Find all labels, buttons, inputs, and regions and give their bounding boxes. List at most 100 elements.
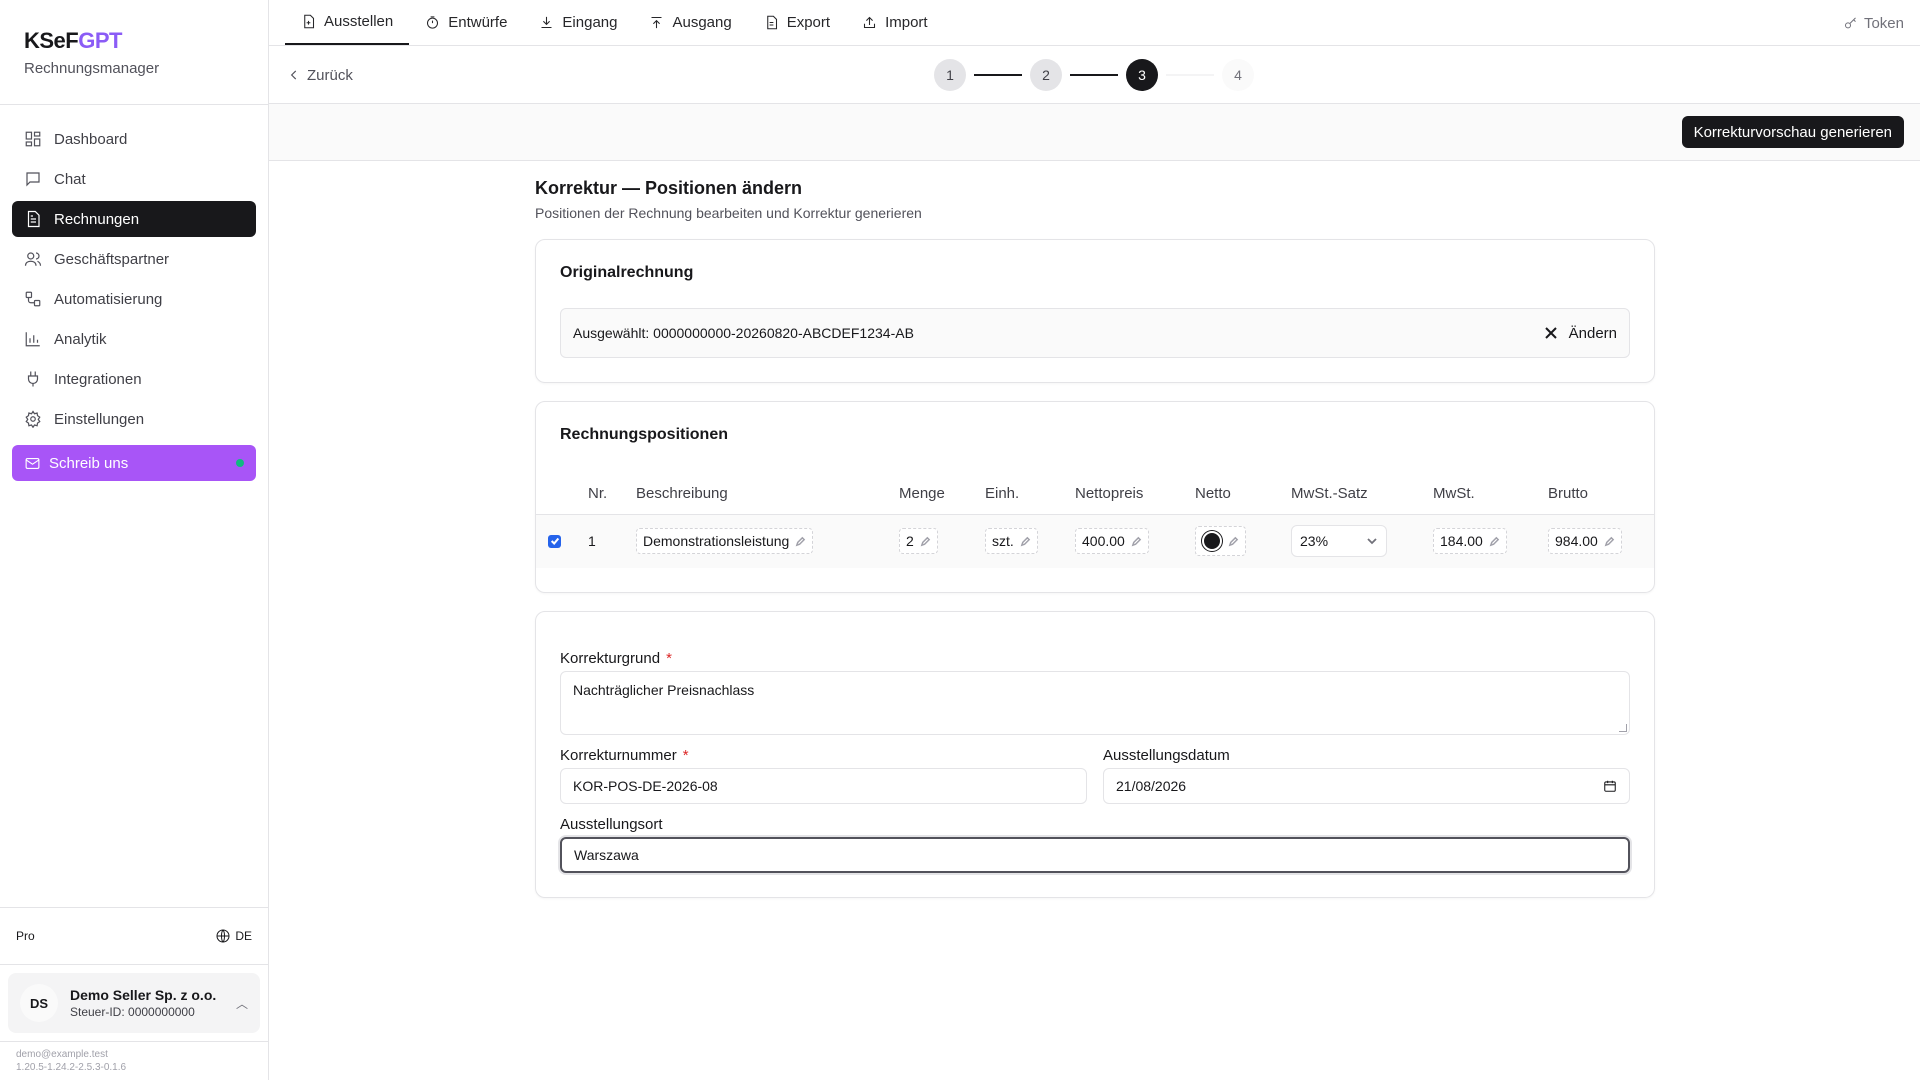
step-4[interactable]: 4 bbox=[1222, 59, 1254, 91]
chevron-left-icon bbox=[290, 70, 297, 80]
sidebar-item-label: Automatisierung bbox=[54, 290, 163, 308]
pencil-icon bbox=[1489, 536, 1500, 547]
sidebar-item-integrationen[interactable]: Integrationen bbox=[12, 361, 256, 397]
meta-info: demo@example.test 1.20.5-1.24.2-2.5.3-0.… bbox=[0, 1041, 268, 1080]
pencil-icon bbox=[920, 536, 931, 547]
vat-rate-select[interactable]: 23% bbox=[1291, 525, 1387, 558]
issue-place-input[interactable]: Warszawa bbox=[560, 837, 1630, 873]
number-date-row: Korrekturnummer * KOR-POS-DE-2026-08 Auss… bbox=[560, 747, 1630, 804]
language-label: DE bbox=[235, 929, 252, 943]
app-version: 1.20.5-1.24.2-2.5.3-0.1.6 bbox=[16, 1062, 127, 1073]
plan-badge: Pro bbox=[16, 929, 35, 943]
language-switcher[interactable]: DE bbox=[215, 928, 252, 944]
file-text-icon bbox=[766, 15, 777, 30]
col-select bbox=[536, 474, 588, 515]
gross-editable[interactable]: 984.00 bbox=[1548, 528, 1622, 555]
table-row: 1 Demonstrationsleistung 2 szt. 400.00 2… bbox=[536, 514, 1654, 568]
description-cell: Demonstrationsleistung bbox=[636, 514, 899, 568]
sidebar-item-analytik[interactable]: Analytik bbox=[12, 321, 256, 357]
sidebar-item-label: Integrationen bbox=[54, 370, 142, 388]
reason-textarea[interactable]: Nachträglicher Preisnachlass bbox=[560, 671, 1630, 735]
positions-table: Nr. Beschreibung Menge Einh. Nettopreis … bbox=[536, 474, 1654, 568]
draft-icon bbox=[427, 16, 439, 29]
description-editable[interactable]: Demonstrationsleistung bbox=[636, 528, 814, 555]
card-title: Rechnungspositionen bbox=[560, 426, 728, 443]
dashboard-icon bbox=[25, 131, 41, 147]
token-label: Token bbox=[1863, 14, 1904, 32]
change-invoice-button[interactable]: Ändern bbox=[1544, 325, 1617, 342]
row-checkbox[interactable] bbox=[548, 534, 561, 548]
row-nr: 1 bbox=[588, 514, 636, 568]
qty-editable[interactable]: 2 bbox=[899, 528, 938, 555]
pencil-icon bbox=[1020, 536, 1030, 547]
tab-import[interactable]: Import bbox=[846, 0, 944, 45]
date-label: Ausstellungsdatum bbox=[1103, 747, 1230, 764]
correction-number-value: KOR-POS-DE-2026-08 bbox=[573, 778, 718, 794]
col-nr: Nr. bbox=[588, 474, 636, 515]
unit-editable[interactable]: szt. bbox=[985, 528, 1038, 555]
sidebar-item-label: Analytik bbox=[54, 330, 107, 348]
issue-date-input[interactable]: 21/08/2026 bbox=[1103, 768, 1630, 804]
place-label: Ausstellungsort bbox=[560, 816, 663, 833]
sidebar-item-einstellungen[interactable]: Einstellungen bbox=[12, 401, 256, 437]
net-editable[interactable] bbox=[1195, 526, 1246, 557]
sidebar-item-rechnungen[interactable]: Rechnungen bbox=[12, 201, 256, 237]
tab-export[interactable]: Export bbox=[748, 0, 846, 45]
col-qty: Menge bbox=[899, 474, 985, 515]
resize-handle[interactable] bbox=[1619, 724, 1627, 732]
sidebar-item-label: Geschäftspartner bbox=[54, 250, 170, 268]
contact-us-button[interactable]: Schreib uns bbox=[12, 445, 256, 481]
chart-icon bbox=[25, 332, 40, 347]
vat-value: 184.00 bbox=[1440, 533, 1483, 550]
gross-cell: 984.00 bbox=[1548, 514, 1654, 568]
sidebar-item-geschaeftspartner[interactable]: Geschäftspartner bbox=[12, 241, 256, 277]
col-vat-rate: MwSt.-Satz bbox=[1291, 474, 1433, 515]
step-2[interactable]: 2 bbox=[1030, 59, 1062, 91]
unit-price-editable[interactable]: 400.00 bbox=[1075, 528, 1149, 555]
vat-rate-value: 23% bbox=[1300, 533, 1329, 550]
step-1[interactable]: 1 bbox=[934, 59, 966, 91]
contact-us-content: Schreib uns bbox=[24, 455, 128, 472]
qty-cell: 2 bbox=[899, 514, 985, 568]
number-label-text: Korrekturnummer bbox=[560, 747, 677, 764]
back-label: Zurück bbox=[307, 66, 353, 84]
key-icon bbox=[1844, 17, 1856, 28]
tab-label: Export bbox=[786, 14, 831, 31]
gear-icon bbox=[25, 410, 41, 428]
step-connector bbox=[974, 74, 1022, 76]
sidebar-item-dashboard[interactable]: Dashboard bbox=[12, 121, 256, 157]
invoice-icon bbox=[27, 210, 40, 228]
tab-ausstellen[interactable]: Ausstellen bbox=[285, 0, 410, 45]
brand-logo[interactable]: KSeFGPT bbox=[24, 28, 244, 54]
tab-label: Import bbox=[885, 14, 928, 31]
col-gross: Brutto bbox=[1548, 474, 1654, 515]
sidebar-item-label: Rechnungen bbox=[54, 210, 140, 228]
gross-value: 984.00 bbox=[1555, 533, 1598, 550]
generate-preview-button[interactable]: Korrekturvorschau generieren bbox=[1681, 116, 1904, 148]
account-switcher[interactable]: DS Demo Seller Sp. z o.o. Steuer-ID: 000… bbox=[8, 973, 260, 1033]
tab-eingang[interactable]: Eingang bbox=[523, 0, 633, 45]
sidebar-item-chat[interactable]: Chat bbox=[12, 161, 256, 197]
account-name: Demo Seller Sp. z o.o. bbox=[70, 987, 217, 1003]
vat-editable[interactable]: 184.00 bbox=[1433, 528, 1507, 555]
selected-invoice: Ausgewählt: 0000000000-20260820-ABCDEF12… bbox=[560, 308, 1630, 358]
correction-number-input[interactable]: KOR-POS-DE-2026-08 bbox=[560, 768, 1087, 804]
import-icon bbox=[864, 16, 876, 29]
token-button[interactable]: Token bbox=[1843, 0, 1904, 46]
tab-entwuerfe[interactable]: Entwürfe bbox=[409, 0, 523, 45]
action-bar: Korrekturvorschau generieren bbox=[269, 104, 1920, 161]
tab-ausgang[interactable]: Ausgang bbox=[633, 0, 747, 45]
tab-label: Eingang bbox=[562, 14, 618, 31]
calendar-icon[interactable] bbox=[1603, 779, 1617, 793]
net-toggle-dot[interactable] bbox=[1202, 531, 1222, 552]
check-icon bbox=[550, 538, 559, 546]
online-status-dot bbox=[236, 459, 244, 467]
pencil-icon bbox=[1131, 536, 1142, 547]
page-subtitle: Positionen der Rechnung bearbeiten und K… bbox=[535, 205, 922, 221]
back-button[interactable]: Zurück bbox=[287, 46, 353, 104]
sidebar-item-automatisierung[interactable]: Automatisierung bbox=[12, 281, 256, 317]
pencil-icon bbox=[795, 536, 806, 547]
close-icon bbox=[1544, 327, 1557, 339]
unit-price-cell: 400.00 bbox=[1075, 514, 1195, 568]
step-3[interactable]: 3 bbox=[1126, 59, 1158, 91]
